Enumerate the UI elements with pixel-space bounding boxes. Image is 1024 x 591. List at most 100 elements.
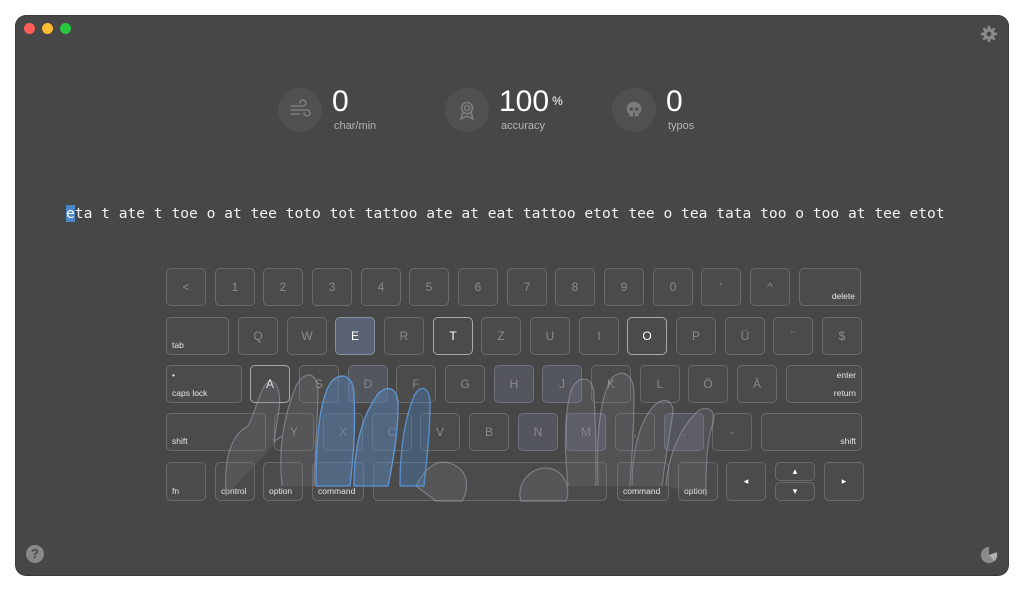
- key-period[interactable]: .: [664, 413, 704, 451]
- fn-label: fn: [172, 486, 180, 496]
- key-p[interactable]: P: [676, 317, 716, 355]
- speed-label: char/min: [334, 120, 377, 132]
- key-t[interactable]: T: [433, 317, 473, 355]
- key-option-right[interactable]: option: [678, 462, 718, 501]
- key-less-than[interactable]: <: [166, 268, 206, 306]
- key-hyphen[interactable]: -: [712, 413, 752, 451]
- key-option-left[interactable]: option: [263, 462, 303, 501]
- key-x[interactable]: X: [323, 413, 363, 451]
- key-f[interactable]: F: [396, 365, 436, 403]
- key-m[interactable]: M: [566, 413, 606, 451]
- key-s[interactable]: S: [299, 365, 339, 403]
- key-1[interactable]: 1: [215, 268, 255, 306]
- minimize-button[interactable]: [42, 23, 53, 34]
- key-w[interactable]: W: [287, 317, 327, 355]
- app-window: 0 char/min 100% accuracy 0 typos eta t a…: [16, 16, 1008, 575]
- key-8[interactable]: 8: [555, 268, 595, 306]
- key-j[interactable]: J: [542, 365, 582, 403]
- key-delete[interactable]: delete: [799, 268, 861, 306]
- key-shift-right[interactable]: shift: [761, 413, 862, 451]
- key-d[interactable]: D: [348, 365, 388, 403]
- key-2[interactable]: 2: [263, 268, 303, 306]
- control-label: control: [221, 486, 247, 496]
- tab-label: tab: [172, 340, 184, 350]
- key-o[interactable]: O: [627, 317, 667, 355]
- key-l[interactable]: L: [640, 365, 680, 403]
- key-4[interactable]: 4: [361, 268, 401, 306]
- key-k[interactable]: K: [591, 365, 631, 403]
- return-label: return: [833, 388, 856, 398]
- current-character: e: [66, 205, 75, 222]
- help-icon[interactable]: ?: [26, 545, 44, 563]
- key-a-umlaut[interactable]: Ä: [737, 365, 777, 403]
- key-y[interactable]: Y: [274, 413, 314, 451]
- key-tab[interactable]: tab: [166, 317, 229, 355]
- key-v[interactable]: V: [420, 413, 460, 451]
- key-diaeresis[interactable]: ¨: [773, 317, 813, 355]
- key-7[interactable]: 7: [507, 268, 547, 306]
- key-i[interactable]: I: [579, 317, 619, 355]
- caps-lock-indicator: •: [172, 370, 175, 380]
- key-c[interactable]: C: [372, 413, 412, 451]
- speed-value: 0: [332, 85, 349, 118]
- option-left-label: option: [269, 486, 293, 496]
- accuracy-value: 100: [499, 85, 550, 118]
- close-button[interactable]: [24, 23, 35, 34]
- key-5[interactable]: 5: [409, 268, 449, 306]
- enter-label: enter: [836, 370, 856, 380]
- key-u-umlaut[interactable]: Ü: [725, 317, 765, 355]
- lesson-text[interactable]: eta t ate t toe o at tee toto tot tattoo…: [66, 205, 945, 222]
- key-command-left[interactable]: command: [312, 462, 364, 501]
- key-command-right[interactable]: command: [617, 462, 669, 501]
- shift-left-label: shift: [172, 436, 188, 446]
- key-e[interactable]: E: [335, 317, 375, 355]
- skull-icon: [612, 88, 656, 132]
- key-6[interactable]: 6: [458, 268, 498, 306]
- accuracy-unit: %: [552, 94, 563, 108]
- key-r[interactable]: R: [384, 317, 424, 355]
- award-ribbon-icon: [445, 88, 489, 132]
- gear-icon[interactable]: [980, 25, 998, 43]
- key-b[interactable]: B: [469, 413, 509, 451]
- key-return[interactable]: enter return: [786, 365, 862, 403]
- typos-label: typos: [668, 120, 695, 132]
- typos-value: 0: [666, 85, 683, 118]
- key-arrow-right[interactable]: ▸: [824, 462, 864, 501]
- stats-bar: 0 char/min 100% accuracy 0 typos: [278, 85, 758, 146]
- key-h[interactable]: H: [494, 365, 534, 403]
- key-u[interactable]: U: [530, 317, 570, 355]
- key-space[interactable]: [373, 462, 607, 501]
- key-0[interactable]: 0: [653, 268, 693, 306]
- key-dollar[interactable]: $: [822, 317, 862, 355]
- key-comma[interactable]: ,: [615, 413, 655, 451]
- history-icon[interactable]: [980, 546, 998, 564]
- key-arrow-left[interactable]: ◂: [726, 462, 766, 501]
- zoom-button[interactable]: [60, 23, 71, 34]
- shift-right-label: shift: [840, 436, 856, 446]
- key-apostrophe[interactable]: ': [701, 268, 741, 306]
- key-shift-left[interactable]: shift: [166, 413, 266, 451]
- key-caps-lock[interactable]: • caps lock: [166, 365, 242, 403]
- key-3[interactable]: 3: [312, 268, 352, 306]
- command-left-label: command: [318, 486, 356, 496]
- key-caret[interactable]: ^: [750, 268, 790, 306]
- key-z[interactable]: Z: [481, 317, 521, 355]
- key-9[interactable]: 9: [604, 268, 644, 306]
- remaining-text: ta t ate t toe o at tee toto tot tattoo …: [74, 205, 945, 222]
- key-fn[interactable]: fn: [166, 462, 206, 501]
- key-q[interactable]: Q: [238, 317, 278, 355]
- delete-label: delete: [831, 291, 855, 301]
- accuracy-label: accuracy: [501, 120, 546, 132]
- key-control[interactable]: control: [215, 462, 255, 501]
- wind-icon: [278, 88, 322, 132]
- caps-lock-label: caps lock: [172, 388, 208, 398]
- key-n[interactable]: N: [518, 413, 558, 451]
- option-right-label: option: [684, 486, 708, 496]
- key-g[interactable]: G: [445, 365, 485, 403]
- command-right-label: command: [623, 486, 661, 496]
- key-arrow-down[interactable]: ▾: [775, 482, 815, 501]
- key-o-umlaut[interactable]: Ö: [688, 365, 728, 403]
- window-controls: [24, 23, 71, 34]
- key-a[interactable]: A: [250, 365, 290, 403]
- key-arrow-up[interactable]: ▴: [775, 462, 815, 481]
